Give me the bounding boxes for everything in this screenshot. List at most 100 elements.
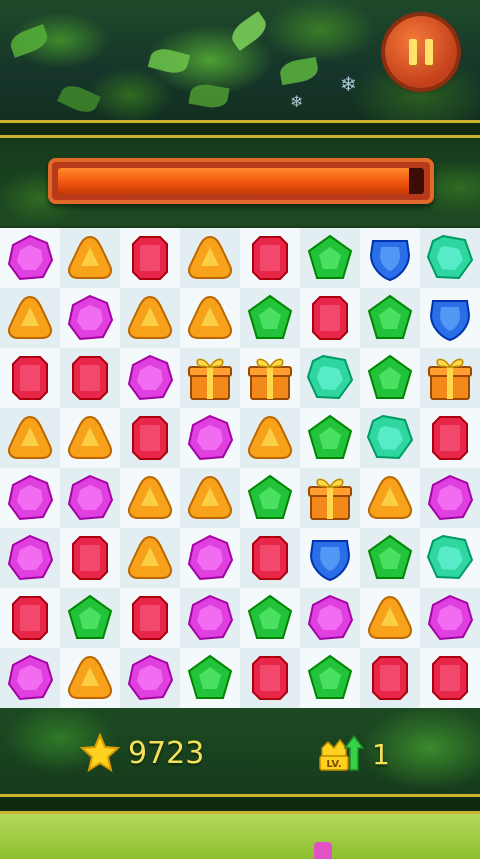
board-tile-red[interactable] <box>60 348 120 408</box>
board-tile-green[interactable] <box>240 588 300 648</box>
board-tile-green[interactable] <box>300 408 360 468</box>
board-tile-green[interactable] <box>360 288 420 348</box>
purple-gem-icon <box>427 474 474 521</box>
board-tile-purple[interactable] <box>60 288 120 348</box>
board-tile-orange[interactable] <box>60 648 120 708</box>
red-gem-icon <box>132 416 168 460</box>
level-display: LV. 1 <box>316 732 390 776</box>
purple-gem-icon <box>187 414 234 461</box>
orange-gem-icon <box>188 475 232 519</box>
board-tile-purple[interactable] <box>60 468 120 528</box>
board-tile-red[interactable] <box>420 408 480 468</box>
red-gem-icon <box>312 296 348 340</box>
bottom-divider-band <box>0 794 480 814</box>
blue-gem-icon <box>429 300 471 342</box>
green-gem-icon <box>307 654 353 699</box>
board-tile-red[interactable] <box>420 648 480 708</box>
board-tile-gift[interactable] <box>240 348 300 408</box>
board-tile-blue[interactable] <box>300 528 360 588</box>
board-tile-purple[interactable] <box>0 468 60 528</box>
board-tile-purple[interactable] <box>120 348 180 408</box>
board-tile-orange[interactable] <box>360 468 420 528</box>
board-tile-purple[interactable] <box>180 588 240 648</box>
green-gem-icon <box>307 234 353 279</box>
pause-icon <box>409 39 417 65</box>
board-tile-red[interactable] <box>300 288 360 348</box>
leaf-decoration <box>147 45 191 77</box>
board-tile-green[interactable] <box>180 648 240 708</box>
purple-gem-icon <box>67 474 114 521</box>
board-tile-blue[interactable] <box>420 288 480 348</box>
purple-gem-icon <box>307 594 354 641</box>
board-tile-orange[interactable] <box>60 408 120 468</box>
level-value: 1 <box>372 737 390 771</box>
orange-gem-icon <box>368 475 412 519</box>
leaf-decoration <box>188 81 230 111</box>
board-tile-green[interactable] <box>300 648 360 708</box>
board-tile-orange[interactable] <box>180 228 240 288</box>
board-tile-orange[interactable] <box>60 228 120 288</box>
board-tile-red[interactable] <box>0 588 60 648</box>
red-gem-icon <box>252 656 288 700</box>
board-tile-green[interactable] <box>240 468 300 528</box>
board-tile-teal[interactable] <box>420 228 480 288</box>
board-tile-orange[interactable] <box>180 468 240 528</box>
board-tile-purple[interactable] <box>0 528 60 588</box>
board-tile-orange[interactable] <box>0 408 60 468</box>
top-divider-band <box>0 120 480 138</box>
board-tile-blue[interactable] <box>360 228 420 288</box>
score-value: 9723 <box>128 735 205 771</box>
board-tile-red[interactable] <box>360 648 420 708</box>
board-tile-orange[interactable] <box>360 588 420 648</box>
teal-gem-icon <box>306 354 354 400</box>
board-tile-purple[interactable] <box>180 528 240 588</box>
board-tile-purple[interactable] <box>0 228 60 288</box>
board-tile-red[interactable] <box>240 528 300 588</box>
blue-gem-icon <box>369 240 411 282</box>
red-gem-icon <box>252 236 288 280</box>
board-tile-orange[interactable] <box>120 528 180 588</box>
purple-gem-icon <box>127 354 174 401</box>
board-tile-orange[interactable] <box>240 408 300 468</box>
red-gem-icon <box>72 356 108 400</box>
board-tile-red[interactable] <box>240 648 300 708</box>
red-gem-icon <box>252 536 288 580</box>
board-tile-green[interactable] <box>300 228 360 288</box>
board-tile-red[interactable] <box>120 228 180 288</box>
board-tile-purple[interactable] <box>180 408 240 468</box>
green-gem-icon <box>367 534 413 579</box>
board-tile-purple[interactable] <box>120 648 180 708</box>
board-tile-red[interactable] <box>120 408 180 468</box>
board-tile-green[interactable] <box>240 288 300 348</box>
board-tile-purple[interactable] <box>0 648 60 708</box>
board-tile-purple[interactable] <box>420 468 480 528</box>
board-tile-gift[interactable] <box>420 348 480 408</box>
board-tile-orange[interactable] <box>120 288 180 348</box>
board-tile-red[interactable] <box>240 228 300 288</box>
board-tile-red[interactable] <box>120 588 180 648</box>
green-gem-icon <box>247 294 293 339</box>
board-tile-gift[interactable] <box>300 468 360 528</box>
pause-button[interactable] <box>385 16 457 88</box>
green-gem-icon <box>187 654 233 699</box>
leaf-decoration <box>57 81 101 117</box>
gift-box-icon <box>248 358 292 400</box>
teal-gem-icon <box>426 534 474 580</box>
board-tile-orange[interactable] <box>180 288 240 348</box>
board-tile-teal[interactable] <box>300 348 360 408</box>
board-tile-orange[interactable] <box>120 468 180 528</box>
board-tile-purple[interactable] <box>300 588 360 648</box>
board-tile-green[interactable] <box>60 588 120 648</box>
board-tile-teal[interactable] <box>360 408 420 468</box>
board-tile-red[interactable] <box>0 348 60 408</box>
board-tile-green[interactable] <box>360 528 420 588</box>
board-tile-green[interactable] <box>360 348 420 408</box>
purple-gem-icon <box>7 474 54 521</box>
board-tile-teal[interactable] <box>420 528 480 588</box>
leaf-decoration <box>7 24 51 58</box>
board-tile-gift[interactable] <box>180 348 240 408</box>
board-tile-purple[interactable] <box>420 588 480 648</box>
star-icon <box>80 733 120 773</box>
board-tile-orange[interactable] <box>0 288 60 348</box>
board-tile-red[interactable] <box>60 528 120 588</box>
